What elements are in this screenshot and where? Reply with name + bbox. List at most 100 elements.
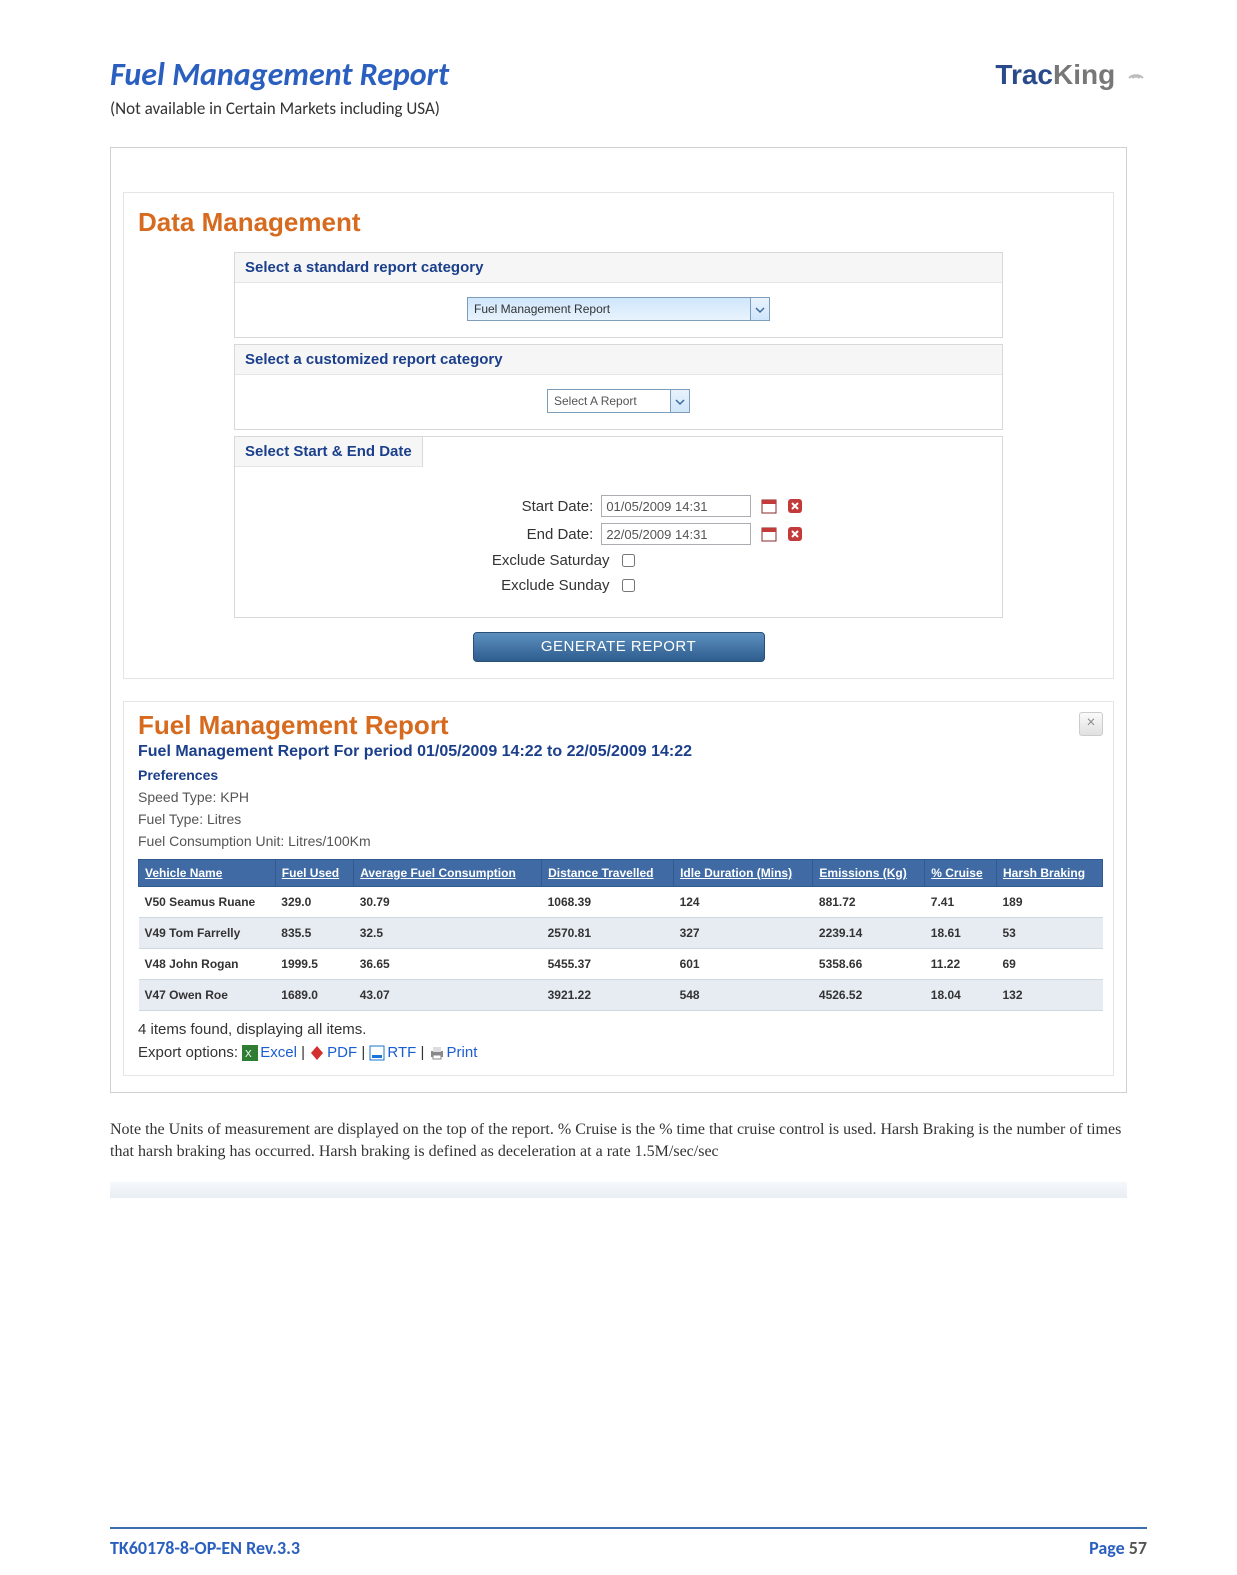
table-cell: V47 Owen Roe [139,980,276,1011]
exclude-saturday-checkbox[interactable] [622,554,635,567]
print-icon [429,1045,445,1061]
report-speed-type: Speed Type: KPH [138,789,1103,805]
footer-page-label: Page [1089,1537,1129,1559]
table-cell: 132 [997,980,1103,1011]
date-block: Select Start & End Date Start Date: End … [234,436,1003,618]
table-header[interactable]: Idle Duration (Mins) [674,860,813,887]
start-date-input[interactable] [601,495,751,517]
table-cell: 835.5 [275,918,353,949]
calendar-icon[interactable] [760,526,778,544]
table-cell: 36.65 [354,949,542,980]
table-header[interactable]: % Cruise [925,860,997,887]
decorative-gradient [110,1182,1127,1198]
clear-date-icon[interactable] [786,498,804,516]
table-cell: 329.0 [275,887,353,918]
custom-report-label: Select a customized report category [235,345,1002,375]
table-cell: 881.72 [813,887,925,918]
exclude-saturday-label: Exclude Saturday [450,552,618,569]
export-print-link[interactable]: Print [447,1044,478,1061]
table-header[interactable]: Vehicle Name [139,860,276,887]
report-period: Fuel Management Report For period 01/05/… [138,743,1103,761]
export-prefix: Export options: [138,1044,238,1061]
generate-report-button[interactable]: GENERATE REPORT [473,632,765,662]
report-consumption-unit: Fuel Consumption Unit: Litres/100Km [138,833,1103,849]
excel-icon: X [242,1045,258,1061]
footer-page-number: 57 [1129,1537,1147,1559]
exclude-sunday-label: Exclude Sunday [450,577,618,594]
table-header[interactable]: Emissions (Kg) [813,860,925,887]
table-cell: 53 [997,918,1103,949]
custom-report-select[interactable]: Select A Report [547,389,671,413]
table-cell: 548 [674,980,813,1011]
chevron-down-icon[interactable] [751,297,770,321]
page-title: Fuel Management Report [110,55,1127,94]
table-cell: 2570.81 [542,918,674,949]
table-cell: 69 [997,949,1103,980]
page-subnote: (Not available in Certain Markets includ… [110,98,1127,119]
calendar-icon[interactable] [760,498,778,516]
table-cell: V49 Tom Farrelly [139,918,276,949]
standard-report-block: Select a standard report category Fuel M… [234,252,1003,338]
table-cell: 7.41 [925,887,997,918]
pdf-icon [309,1045,325,1061]
chevron-down-icon[interactable] [671,389,690,413]
end-date-label: End Date: [433,526,601,543]
export-options: Export options: XExcel | PDF | RTF | Pri… [138,1044,1103,1061]
table-cell: 1689.0 [275,980,353,1011]
table-header[interactable]: Harsh Braking [997,860,1103,887]
table-cell: 32.5 [354,918,542,949]
page-footer: TK60178-8-OP-EN Rev.3.3 Page 57 [110,1527,1147,1559]
exclude-sunday-checkbox[interactable] [622,579,635,592]
table-cell: 189 [997,887,1103,918]
clear-date-icon[interactable] [786,526,804,544]
logo-part1: Trac [995,59,1053,90]
table-cell: 4526.52 [813,980,925,1011]
table-cell: 18.04 [925,980,997,1011]
table-header[interactable]: Distance Travelled [542,860,674,887]
table-header[interactable]: Average Fuel Consumption [354,860,542,887]
table-cell: 601 [674,949,813,980]
brand-logo: TracKing [995,59,1147,91]
table-cell: 2239.14 [813,918,925,949]
table-cell: 5358.66 [813,949,925,980]
svg-text:X: X [245,1049,252,1060]
rtf-icon [369,1045,385,1061]
table-row: V47 Owen Roe1689.043.073921.225484526.52… [139,980,1103,1011]
table-cell: 18.61 [925,918,997,949]
export-excel-link[interactable]: Excel [260,1044,297,1061]
export-rtf-link[interactable]: RTF [387,1044,416,1061]
report-fuel-type: Fuel Type: Litres [138,811,1103,827]
end-date-input[interactable] [601,523,751,545]
screenshot-frame: Data Management Select a standard report… [110,147,1127,1093]
export-pdf-link[interactable]: PDF [327,1044,357,1061]
table-cell: 3921.22 [542,980,674,1011]
table-cell: 5455.37 [542,949,674,980]
date-block-label: Select Start & End Date [235,437,423,467]
standard-report-select[interactable]: Fuel Management Report [467,297,751,321]
report-preferences-label: Preferences [138,767,1103,783]
report-panel: × Fuel Management Report Fuel Management… [123,701,1114,1076]
table-cell: 1999.5 [275,949,353,980]
table-row: V49 Tom Farrelly835.532.52570.813272239.… [139,918,1103,949]
signal-icon [1125,57,1147,89]
table-cell: 1068.39 [542,887,674,918]
table-cell: V50 Seamus Ruane [139,887,276,918]
footer-docid: TK60178-8-OP-EN Rev.3.3 [110,1537,300,1559]
table-cell: 43.07 [354,980,542,1011]
standard-report-label: Select a standard report category [235,253,1002,283]
pager-text: 4 items found, displaying all items. [138,1021,1103,1038]
custom-report-block: Select a customized report category Sele… [234,344,1003,430]
table-header[interactable]: Fuel Used [275,860,353,887]
report-title: Fuel Management Report [138,710,1103,741]
close-icon[interactable]: × [1079,712,1103,736]
dm-heading: Data Management [124,193,1113,246]
data-management-panel: Data Management Select a standard report… [123,192,1114,679]
table-cell: 11.22 [925,949,997,980]
table-row: V48 John Rogan1999.536.655455.376015358.… [139,949,1103,980]
report-table: Vehicle NameFuel UsedAverage Fuel Consum… [138,859,1103,1011]
table-cell: 124 [674,887,813,918]
table-cell: 30.79 [354,887,542,918]
table-row: V50 Seamus Ruane329.030.791068.39124881.… [139,887,1103,918]
table-cell: V48 John Rogan [139,949,276,980]
start-date-label: Start Date: [433,498,601,515]
